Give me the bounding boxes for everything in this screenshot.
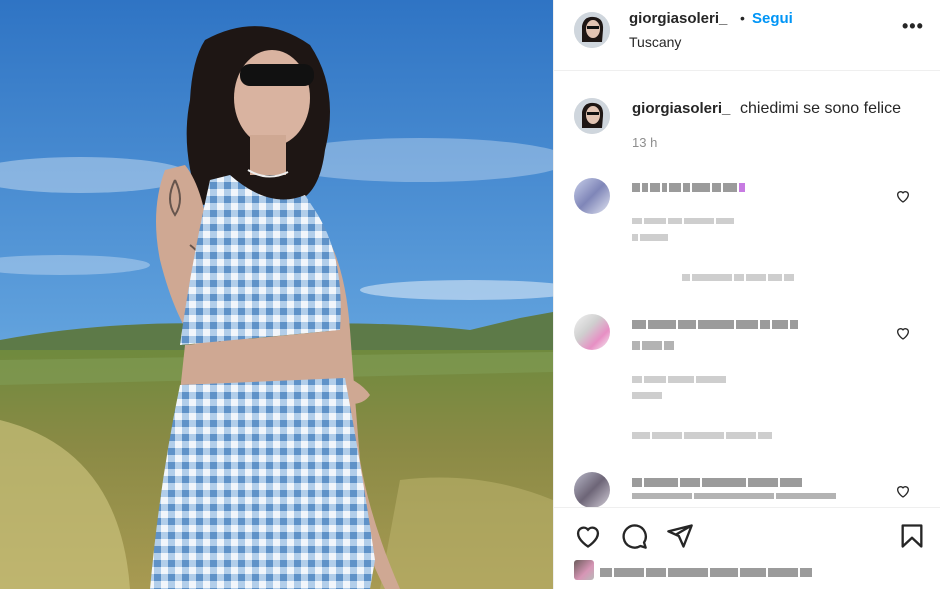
- location-link[interactable]: Tuscany: [629, 34, 681, 50]
- comment-text-blurred: [632, 432, 772, 439]
- like-comment-icon[interactable]: [895, 325, 911, 341]
- share-icon[interactable]: [666, 522, 694, 550]
- follow-button[interactable]: Segui: [752, 10, 793, 27]
- like-comment-icon[interactable]: [895, 188, 911, 204]
- caption-text: chiedimi se sono felice: [740, 100, 901, 117]
- liked-by-avatar[interactable]: [574, 560, 594, 580]
- separator-dot: •: [740, 10, 745, 26]
- action-bar: [554, 507, 940, 589]
- comment-avatar[interactable]: [574, 314, 610, 350]
- view-replies-blurred[interactable]: [682, 274, 794, 281]
- more-icon[interactable]: •••: [902, 16, 924, 37]
- save-icon[interactable]: [898, 522, 926, 550]
- comment-text-blurred: [632, 478, 802, 487]
- comment-text-blurred: [632, 320, 798, 329]
- comment-text-blurred: [632, 376, 726, 383]
- comment-avatar[interactable]: [574, 472, 610, 508]
- comment-text-blurred: [632, 218, 734, 224]
- post-image: [0, 0, 553, 589]
- comment-icon[interactable]: [620, 522, 648, 550]
- username-link[interactable]: giorgiasoleri_: [629, 10, 727, 27]
- comment-text-blurred: [632, 392, 662, 399]
- caption-timestamp[interactable]: 13 h: [632, 135, 657, 150]
- caption-username[interactable]: giorgiasoleri_: [632, 100, 730, 117]
- like-comment-icon[interactable]: [895, 483, 911, 499]
- caption-avatar[interactable]: [574, 98, 610, 134]
- comment-text-blurred: [632, 493, 836, 499]
- liked-by-blurred[interactable]: [600, 568, 812, 577]
- comment-text-blurred: [632, 234, 668, 241]
- comment-text-blurred: [632, 183, 745, 192]
- post-header: giorgiasoleri_ • Segui Tuscany •••: [554, 0, 940, 71]
- post-panel: giorgiasoleri_ • Segui Tuscany ••• giorg…: [553, 0, 940, 589]
- avatar[interactable]: [574, 12, 610, 48]
- heart-icon[interactable]: [574, 522, 602, 550]
- comment-text-blurred: [632, 341, 674, 350]
- comment-avatar[interactable]: [574, 178, 610, 214]
- post-photo[interactable]: [0, 0, 553, 589]
